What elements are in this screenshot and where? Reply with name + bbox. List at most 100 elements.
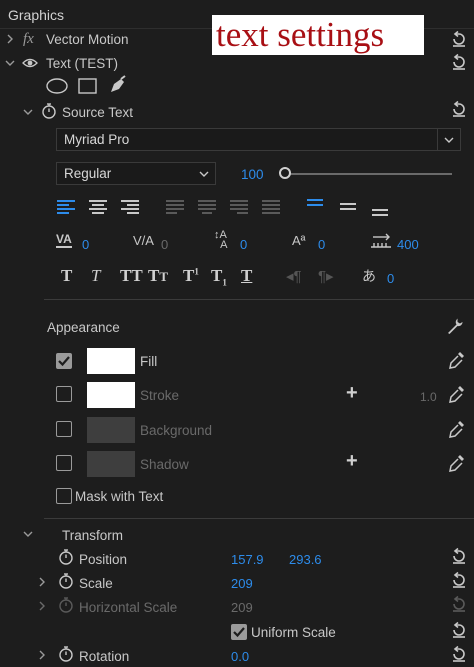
background-checkbox[interactable] <box>56 421 72 437</box>
mask-with-text-checkbox[interactable] <box>56 488 72 504</box>
reset-icon[interactable] <box>450 53 468 71</box>
shadow-color-swatch[interactable] <box>87 451 135 477</box>
align-middle-icon[interactable] <box>338 200 358 216</box>
leading-icon: ↕A A <box>214 229 228 251</box>
stopwatch-icon[interactable] <box>58 645 74 663</box>
underline-button[interactable]: T <box>241 266 252 286</box>
faux-italic-button[interactable]: T <box>91 266 100 286</box>
chevron-down-icon <box>199 171 209 177</box>
uniform-scale-checkbox[interactable] <box>231 624 247 640</box>
dropdown-divider <box>437 129 438 150</box>
stroke-width-value[interactable]: 1.0 <box>420 390 437 404</box>
position-y-value[interactable]: 293.6 <box>289 552 322 567</box>
tab-width-value[interactable]: 400 <box>397 237 419 252</box>
align-top-icon[interactable] <box>305 197 325 213</box>
tsume-value[interactable]: 0 <box>387 271 394 286</box>
overlay-caption: text settings <box>212 15 424 55</box>
font-style-dropdown[interactable]: Regular <box>56 162 216 185</box>
horizontal-scale-label: Horizontal Scale <box>79 600 178 615</box>
reset-icon[interactable] <box>450 30 468 48</box>
text-layer-label: Text (TEST) <box>46 56 119 71</box>
chevron-right-icon[interactable] <box>5 34 15 44</box>
align-left-icon[interactable] <box>56 199 76 215</box>
justify-last-left-icon[interactable] <box>165 199 185 215</box>
chevron-right-icon[interactable] <box>37 650 47 660</box>
fx-icon: fx <box>23 31 34 47</box>
chevron-down-icon[interactable] <box>5 58 15 68</box>
source-text-label: Source Text <box>62 105 134 120</box>
ellipse-mask-icon[interactable] <box>46 77 68 95</box>
eye-icon[interactable] <box>22 56 38 70</box>
position-x-value[interactable]: 157.9 <box>231 552 264 567</box>
stopwatch-icon[interactable] <box>58 572 74 590</box>
font-size-value[interactable]: 100 <box>241 167 264 182</box>
add-stroke-icon[interactable]: + <box>346 382 358 405</box>
chevron-down-icon[interactable] <box>23 107 33 117</box>
small-caps-button[interactable]: TT <box>148 266 168 286</box>
scale-value[interactable]: 209 <box>231 576 253 591</box>
panel-title: Graphics <box>8 7 65 23</box>
paragraph-rtl-icon[interactable]: ◂¶ <box>286 267 302 285</box>
eyedropper-icon[interactable] <box>448 453 466 473</box>
scale-label: Scale <box>79 576 113 591</box>
fill-checkbox[interactable] <box>56 353 72 369</box>
uniform-scale-label: Uniform Scale <box>251 625 336 640</box>
horizontal-scale-value: 209 <box>231 600 253 615</box>
justify-last-right-icon[interactable] <box>229 199 249 215</box>
font-family-dropdown[interactable]: Myriad Pro <box>56 128 461 151</box>
background-label: Background <box>140 423 213 438</box>
stroke-checkbox[interactable] <box>56 386 72 402</box>
chevron-right-icon[interactable] <box>37 577 47 587</box>
stopwatch-icon[interactable] <box>41 102 57 120</box>
reset-icon[interactable] <box>450 621 468 639</box>
eyedropper-icon[interactable] <box>448 419 466 439</box>
rectangle-mask-icon[interactable] <box>78 77 98 95</box>
eyedropper-icon[interactable] <box>448 350 466 370</box>
chevron-right-icon[interactable] <box>37 601 47 611</box>
kerning-value[interactable]: 0 <box>82 237 89 252</box>
tracking-icon: V/A <box>133 233 154 248</box>
reset-icon <box>453 595 465 612</box>
font-size-slider-track[interactable] <box>284 173 452 175</box>
stroke-color-swatch[interactable] <box>87 382 135 408</box>
pen-mask-icon[interactable] <box>108 75 128 95</box>
kerning-icon: VA <box>56 232 72 248</box>
rotation-value[interactable]: 0.0 <box>231 649 249 664</box>
chevron-down-icon[interactable] <box>23 529 33 539</box>
shadow-checkbox[interactable] <box>56 455 72 471</box>
font-style-value: Regular <box>64 166 112 181</box>
background-color-swatch[interactable] <box>87 417 135 443</box>
tab-width-icon <box>371 233 391 248</box>
reset-icon[interactable] <box>450 547 468 565</box>
tracking-value[interactable]: 0 <box>161 237 168 252</box>
reset-icon[interactable] <box>450 571 468 589</box>
paragraph-ltr-icon[interactable]: ¶▸ <box>318 267 334 285</box>
justify-all-icon[interactable] <box>261 199 281 215</box>
chevron-down-icon <box>444 137 454 143</box>
stopwatch-icon[interactable] <box>58 548 74 566</box>
rotation-label: Rotation <box>79 649 130 664</box>
faux-bold-button[interactable]: T <box>61 266 72 286</box>
baseline-shift-value[interactable]: 0 <box>318 237 325 252</box>
font-size-slider-handle[interactable] <box>279 167 291 179</box>
justify-last-center-icon[interactable] <box>197 199 217 215</box>
all-caps-button[interactable]: TT <box>120 266 143 286</box>
wrench-icon[interactable] <box>446 317 464 335</box>
font-family-value: Myriad Pro <box>64 132 130 147</box>
transform-heading: Transform <box>62 528 124 543</box>
fill-color-swatch[interactable] <box>87 348 135 374</box>
stroke-label: Stroke <box>140 388 180 403</box>
subscript-button[interactable]: T1 <box>211 266 227 287</box>
leading-value[interactable]: 0 <box>240 237 247 252</box>
add-shadow-icon[interactable]: + <box>346 450 358 473</box>
mask-with-text-label: Mask with Text <box>75 489 164 504</box>
section-divider <box>44 518 474 519</box>
stopwatch-icon <box>59 597 73 613</box>
align-right-icon[interactable] <box>120 199 140 215</box>
reset-icon[interactable] <box>450 100 468 118</box>
align-center-icon[interactable] <box>88 199 108 215</box>
superscript-button[interactable]: T1 <box>183 266 199 286</box>
align-bottom-icon[interactable] <box>370 203 390 219</box>
eyedropper-icon[interactable] <box>448 384 466 404</box>
reset-icon[interactable] <box>450 645 468 663</box>
